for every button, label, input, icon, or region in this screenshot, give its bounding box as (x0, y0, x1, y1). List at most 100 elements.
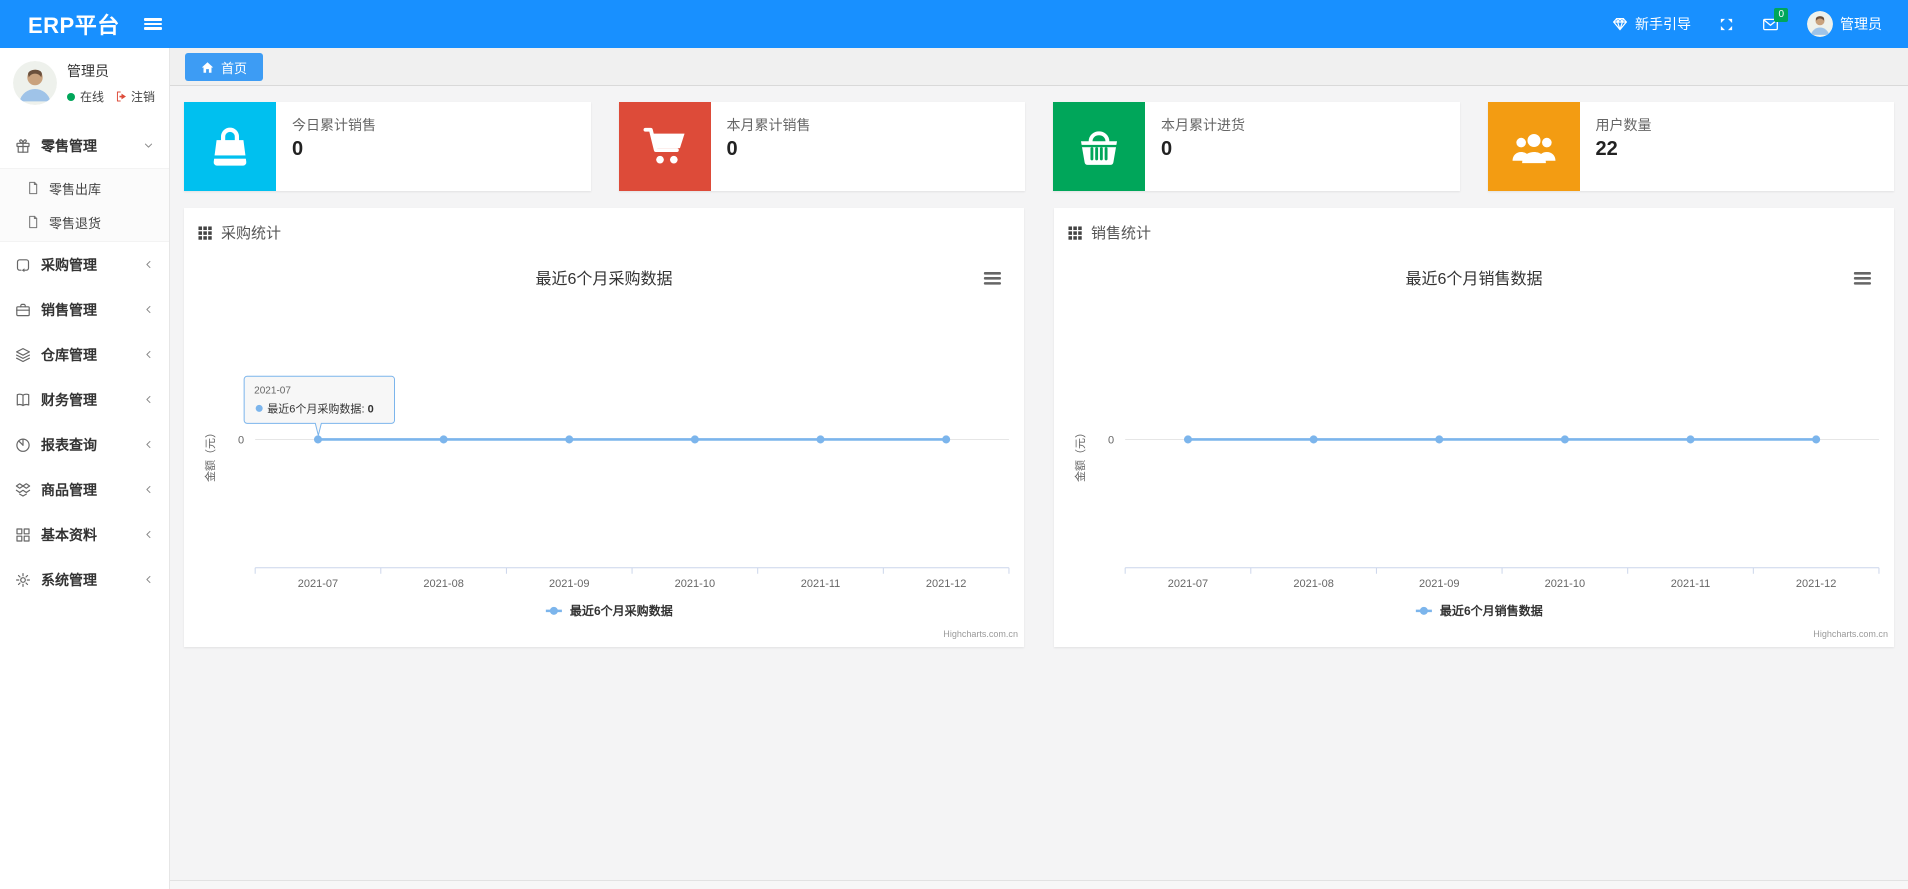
user-menu[interactable]: 管理员 (1807, 11, 1882, 37)
fullscreen-button[interactable] (1719, 17, 1734, 32)
chevron-down-icon (142, 139, 155, 152)
th-grid-icon (1068, 225, 1082, 240)
gift-icon (15, 138, 31, 154)
svg-text:2021-12: 2021-12 (1796, 578, 1836, 590)
svg-text:最近6个月采购数据: 最近6个月采购数据 (535, 270, 672, 288)
charts-row: 采购统计 最近6个月采购数据 金额（元） 0 2021-07 2021-08 2021-09… (184, 208, 1894, 647)
basket-icon (1053, 102, 1145, 191)
svg-text:2021-08: 2021-08 (1293, 578, 1333, 590)
svg-text:金额（元）: 金额（元） (203, 427, 217, 482)
chart-panel-1: 采购统计 最近6个月采购数据 金额（元） 0 2021-07 2021-08 2021-09… (184, 208, 1024, 647)
guide-label: 新手引导 (1635, 16, 1691, 32)
sidebar-item-label: 销售管理 (41, 301, 97, 318)
chart-context-menu-icon[interactable] (983, 272, 1001, 285)
erp-dashboard: { "navbar": { "brand": "ERP平台", "guide_l… (0, 0, 1908, 889)
highcharts-credits: Highcharts.com.cn (1813, 629, 1888, 639)
svg-text:2021-10: 2021-10 (1545, 578, 1585, 590)
chart-legend-item[interactable]: 最近6个月销售数据 (1415, 603, 1543, 618)
svg-text:最近6个月销售数据: 最近6个月销售数据 (1440, 603, 1543, 618)
layers-icon (15, 347, 31, 363)
svg-text:2021-08: 2021-08 (423, 578, 463, 590)
message-count-badge: 0 (1774, 7, 1788, 22)
online-status-label: 在线 (80, 90, 105, 104)
stat-label: 用户数量 (1595, 117, 1652, 133)
tab-home[interactable]: 首页 (185, 53, 264, 81)
book-icon (15, 392, 31, 408)
chart-panel-2: 销售统计 最近6个月销售数据 金额（元） 0 2021-07 2021-08 2021-09… (1054, 208, 1894, 647)
chart-context-menu-icon[interactable] (1853, 272, 1871, 285)
chevron-left-icon (142, 483, 155, 496)
logout-link[interactable]: 注销 (115, 88, 155, 105)
gear-icon (15, 572, 31, 588)
stat-card-3[interactable]: 本月累计进货 0 (1053, 102, 1460, 191)
sidebar-item-label: 零售管理 (41, 137, 97, 154)
sidebar-user-panel: 管理员 在线 注销 (0, 48, 169, 119)
chart-tooltip: 2021-07 最近6个月采购数据: 0 (243, 375, 396, 436)
sidebar-subitem-label: 零售出库 (49, 181, 102, 197)
sidebar-item-6[interactable]: 报表查询 (0, 422, 169, 467)
bag-icon (184, 102, 276, 191)
box-icon (15, 482, 31, 498)
sidebar-item-label: 报表查询 (41, 436, 97, 453)
stat-cards-row: 今日累计销售 0 本月累计销售 0 本月累计进货 0 用户数量 22 (184, 102, 1894, 191)
stat-value: 0 (292, 138, 304, 160)
sidebar-item-9[interactable]: 系统管理 (0, 557, 169, 602)
sidebar-item-2[interactable]: 采购管理 (0, 242, 169, 287)
expand-arrows-icon (1719, 17, 1734, 32)
chevron-left-icon (142, 303, 155, 316)
app-logo: ERP平台 (28, 13, 120, 38)
briefcase-icon (15, 302, 31, 318)
svg-text:0: 0 (1108, 434, 1114, 446)
online-status-dot (67, 92, 75, 101)
sidebar-submenu: 零售出库零售退货 (0, 168, 169, 242)
tab-home-label: 首页 (221, 60, 248, 76)
stat-card-1[interactable]: 今日累计销售 0 (184, 102, 591, 191)
sidebar-toggle-button[interactable] (143, 16, 162, 32)
stat-value: 22 (1595, 138, 1618, 160)
sign-out-icon (115, 90, 128, 103)
guide-button[interactable]: 新手引导 (1612, 14, 1691, 34)
home-icon (201, 61, 214, 74)
users-icon (1487, 102, 1580, 191)
main-area: 首页 今日累计销售 0 本月累计销售 0 本月累计进货 0 用户数量 22 采购统计 最近6个月… (170, 48, 1908, 889)
navbar-right: 新手引导 0 管理员 (1612, 7, 1882, 37)
username-label: 管理员 (1840, 16, 1882, 32)
horizontal-scrollbar[interactable] (170, 880, 1908, 889)
chevron-left-icon (142, 528, 155, 541)
svg-text:2021-09: 2021-09 (1419, 578, 1459, 590)
sidebar-item-3[interactable]: 销售管理 (0, 287, 169, 332)
chevron-left-icon (142, 438, 155, 451)
grid-icon (15, 527, 31, 543)
sidebar-item-label: 基本资料 (41, 526, 97, 543)
sidebar-item-7[interactable]: 商品管理 (0, 467, 169, 512)
chevron-left-icon (142, 348, 155, 361)
stat-card-4[interactable]: 用户数量 22 (1487, 102, 1894, 191)
gem-icon (1612, 16, 1628, 32)
line-chart: 最近6个月销售数据金额（元） 02021-07 2021-08 2021-09 2021… (1073, 270, 1888, 639)
avatar (1807, 11, 1833, 37)
file-icon (26, 215, 40, 229)
sidebar: 管理员 在线 注销 零售管理零售出库零售退货采购管理销售管理仓库管理财务管理报表… (0, 48, 170, 889)
svg-text:2021-10: 2021-10 (675, 578, 715, 590)
chevron-left-icon (142, 393, 155, 406)
sidebar-item-label: 仓库管理 (41, 346, 97, 363)
svg-text:2021-07: 2021-07 (254, 385, 291, 396)
sidebar-item-8[interactable]: 基本资料 (0, 512, 169, 557)
sidebar-item-1[interactable]: 零售管理 (0, 123, 169, 168)
sidebar-item-5[interactable]: 财务管理 (0, 377, 169, 422)
svg-text:2021-12: 2021-12 (926, 578, 966, 590)
sidebar-item-label: 采购管理 (41, 256, 97, 273)
chevron-left-icon (142, 573, 155, 586)
stat-label: 本月累计进货 (1161, 117, 1245, 133)
sidebar-subitem-2[interactable]: 零售退货 (0, 205, 169, 239)
chart-legend-item[interactable]: 最近6个月采购数据 (545, 603, 673, 618)
svg-text:最近6个月采购数据: 最近6个月采购数据 (570, 603, 673, 618)
svg-text:0: 0 (238, 434, 244, 446)
panel-header: 采购统计 (184, 208, 1024, 254)
sidebar-subitem-1[interactable]: 零售出库 (0, 171, 169, 205)
panel-title: 销售统计 (1091, 225, 1152, 242)
stat-card-2[interactable]: 本月累计销售 0 (618, 102, 1025, 191)
sidebar-item-4[interactable]: 仓库管理 (0, 332, 169, 377)
sidebar-user-name: 管理员 (67, 63, 109, 79)
messages-button[interactable]: 0 (1762, 7, 1788, 33)
